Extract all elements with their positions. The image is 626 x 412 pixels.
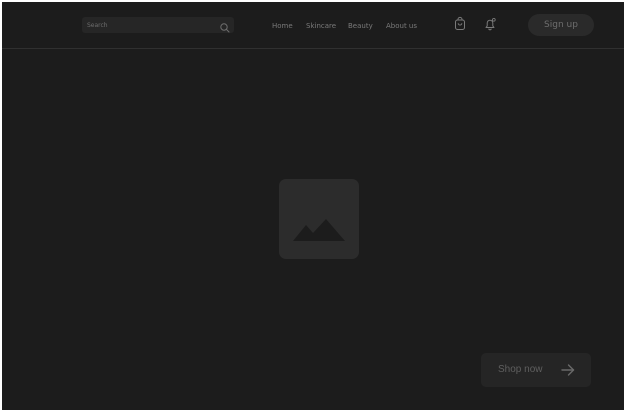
app-frame: Home Skincare Beauty About us Sign up bbox=[2, 2, 624, 410]
nav-item-beauty[interactable]: Beauty bbox=[348, 20, 373, 32]
search-icon[interactable] bbox=[219, 19, 231, 33]
search-bar bbox=[82, 17, 234, 33]
arrow-right-icon bbox=[561, 363, 575, 377]
nav-item-about-us[interactable]: About us bbox=[386, 20, 417, 32]
nav-item-skincare[interactable]: Skincare bbox=[306, 20, 336, 32]
shop-now-button[interactable]: Shop now bbox=[481, 353, 591, 387]
sign-up-button[interactable]: Sign up bbox=[528, 14, 594, 36]
shopping-bag-icon[interactable] bbox=[452, 16, 468, 32]
shop-now-label: Shop now bbox=[498, 364, 543, 375]
top-header: Home Skincare Beauty About us Sign up bbox=[2, 2, 624, 49]
nav-item-home[interactable]: Home bbox=[272, 20, 293, 32]
search-input[interactable] bbox=[82, 17, 212, 33]
image-placeholder-icon bbox=[279, 179, 359, 259]
bell-icon[interactable] bbox=[482, 16, 498, 32]
